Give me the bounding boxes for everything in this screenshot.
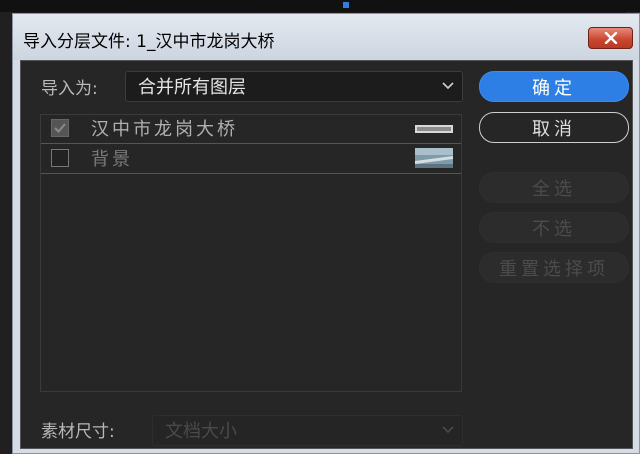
import-as-value: 合并所有图层 — [138, 77, 246, 98]
layer-checkbox[interactable] — [51, 119, 69, 137]
import-as-label: 导入为: — [41, 79, 98, 99]
layer-name: 汉中市龙岗大桥 — [91, 119, 238, 140]
layer-list: 汉中市龙岗大桥 背景 — [40, 114, 462, 392]
dialog-body: 导入为: 合并所有图层 汉中市龙岗大桥 背景 素材尺寸: 文档大小 确定 取消 … — [20, 60, 633, 449]
layer-thumbnail — [415, 148, 453, 168]
import-as-select[interactable]: 合并所有图层 — [125, 71, 463, 102]
import-layered-file-dialog: 导入分层文件: 1_汉中市龙岗大桥 导入为: 合并所有图层 汉中市龙岗大桥 背景… — [12, 13, 640, 454]
footage-size-label: 素材尺寸: — [41, 422, 115, 442]
layer-name: 背景 — [91, 149, 133, 170]
background-strip — [0, 0, 640, 12]
layer-checkbox[interactable] — [51, 149, 69, 167]
dialog-title: 导入分层文件: 1_汉中市龙岗大桥 — [23, 32, 275, 52]
title-bar[interactable]: 导入分层文件: 1_汉中市龙岗大桥 — [13, 14, 639, 60]
footage-size-value: 文档大小 — [165, 421, 237, 442]
ok-button[interactable]: 确定 — [479, 71, 629, 102]
reset-selection-button[interactable]: 重置选择项 — [479, 252, 629, 283]
layer-thumbnail — [415, 125, 453, 133]
footage-size-select[interactable]: 文档大小 — [152, 415, 463, 446]
chevron-down-icon — [442, 82, 454, 90]
checkmark-icon — [54, 123, 66, 133]
close-button[interactable] — [588, 27, 633, 49]
layer-row[interactable]: 背景 — [41, 145, 461, 174]
close-icon — [604, 32, 617, 44]
select-all-button[interactable]: 全选 — [479, 172, 629, 203]
select-none-button[interactable]: 不选 — [479, 212, 629, 243]
background-marker — [343, 2, 349, 8]
chevron-down-icon — [442, 426, 454, 434]
cancel-button[interactable]: 取消 — [479, 112, 629, 143]
layer-row[interactable]: 汉中市龙岗大桥 — [41, 115, 461, 144]
